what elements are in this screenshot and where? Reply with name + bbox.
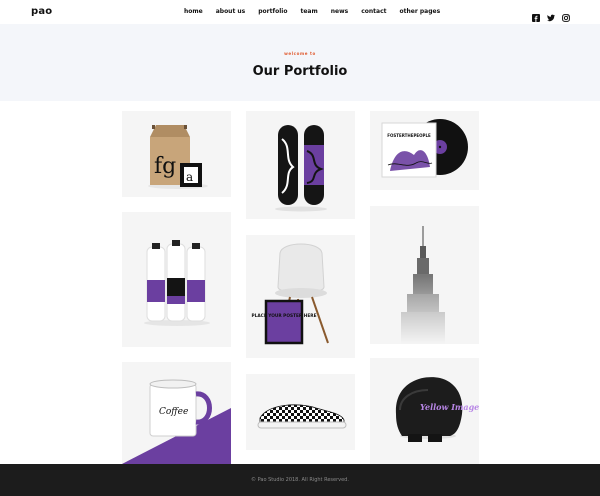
facebook-icon[interactable] <box>532 7 540 22</box>
nav-item-contact[interactable]: contact <box>361 8 386 15</box>
footer: © Pao Studio 2018. All Right Reserved. <box>0 464 600 496</box>
sneaker-image <box>257 404 347 429</box>
page-title: Our Portfolio <box>252 64 348 79</box>
chair-poster-image: PLACE YOUR POSTER HERE <box>251 243 329 345</box>
skyscraper-image <box>370 226 479 344</box>
mug-text: Coffee <box>159 407 188 417</box>
nav-item-about-us[interactable]: about us <box>216 8 246 15</box>
copyright-text: © Pao Studio 2018. All Right Reserved. <box>251 477 349 483</box>
paper-bag-image: fg a <box>148 125 208 189</box>
enamel-mug-image: Coffee <box>122 379 231 464</box>
top-navbar: pao home about us portfolio team news co… <box>0 0 600 24</box>
helmet-text: Yellow Image <box>420 402 479 412</box>
portfolio-item-vinyl-record[interactable]: FOSTERTHEPEOPLE <box>370 111 479 190</box>
nav-item-other-pages[interactable]: other pages <box>400 8 441 15</box>
poster-text: PLACE YOUR POSTER HERE <box>251 313 316 319</box>
main-nav: home about us portfolio team news contac… <box>184 8 453 15</box>
portfolio-item-enamel-mug[interactable]: Coffee <box>122 362 231 464</box>
portfolio-item-paper-bag[interactable]: fg a <box>122 111 231 197</box>
nav-item-news[interactable]: news <box>331 8 348 15</box>
twitter-icon[interactable] <box>547 7 555 22</box>
hero-banner: welcome to Our Portfolio <box>0 24 600 101</box>
vinyl-record-image: FOSTERTHEPEOPLE <box>381 119 468 178</box>
svg-text:a: a <box>186 170 193 184</box>
paper-bag-text: fg <box>154 154 176 179</box>
nav-item-portfolio[interactable]: portfolio <box>258 8 287 15</box>
instagram-icon[interactable] <box>562 7 570 22</box>
nav-item-home[interactable]: home <box>184 8 203 15</box>
milk-bottles-image <box>144 240 210 326</box>
portfolio-item-chair-poster[interactable]: PLACE YOUR POSTER HERE <box>246 235 355 358</box>
hero-kicker: welcome to <box>284 51 316 56</box>
skateboards-image <box>275 125 327 212</box>
portfolio-item-skyscraper[interactable] <box>370 206 479 344</box>
svg-text:FOSTERTHEPEOPLE: FOSTERTHEPEOPLE <box>387 133 431 138</box>
portfolio-item-milk-bottles[interactable] <box>122 212 231 347</box>
nav-item-team[interactable]: team <box>300 8 317 15</box>
portfolio-item-skateboards[interactable] <box>246 111 355 219</box>
logo[interactable]: pao <box>31 6 52 17</box>
portfolio-item-sneaker[interactable] <box>246 374 355 450</box>
portfolio-item-helmet[interactable]: Yellow Image <box>370 358 479 464</box>
helmet-image: Yellow Image <box>395 377 479 442</box>
social-links <box>532 7 570 22</box>
